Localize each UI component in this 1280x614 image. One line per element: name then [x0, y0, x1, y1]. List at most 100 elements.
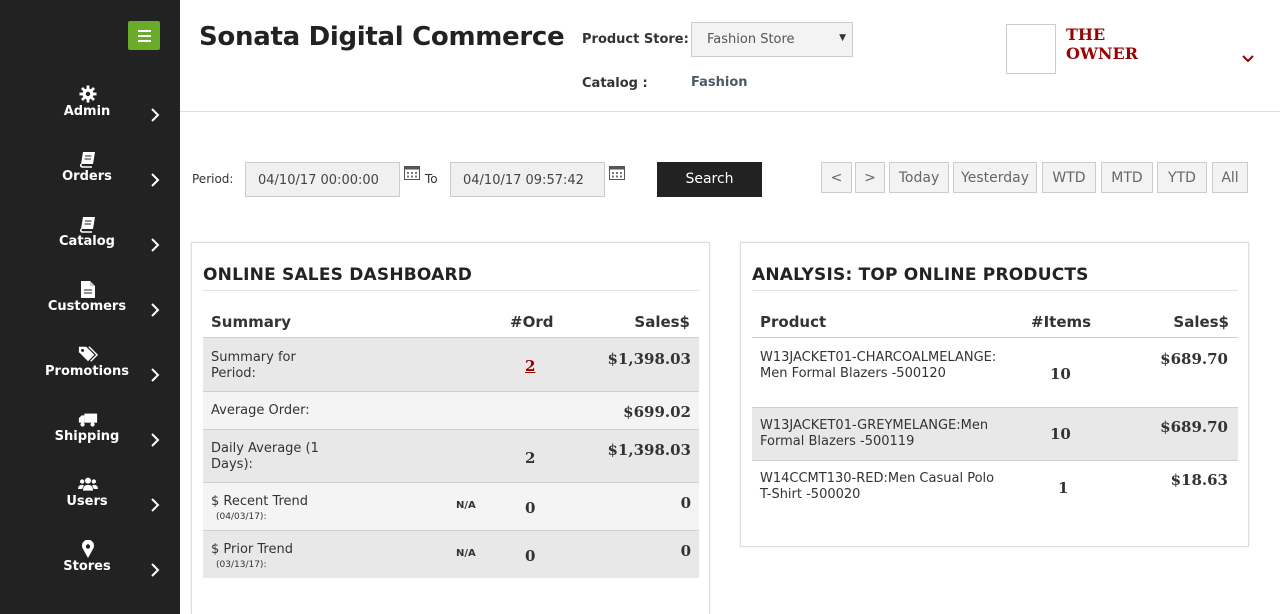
wtd-button[interactable]: WTD — [1042, 162, 1096, 193]
avatar[interactable] — [1006, 24, 1056, 74]
catalog-value: Fashion — [691, 75, 748, 90]
sidebar: Admin Orders Catalog Customers Promotion… — [0, 0, 180, 614]
sales-value: 0 — [680, 542, 691, 560]
period-from-input[interactable]: 04/10/17 00:00:00 — [245, 162, 400, 197]
sales-value: $1,398.03 — [607, 350, 691, 368]
sidebar-item-users[interactable]: Users — [0, 474, 180, 534]
orders-count-link[interactable]: 2 — [525, 357, 535, 375]
sidebar-item-shipping[interactable]: Shipping — [0, 409, 180, 469]
panel-divider — [203, 290, 699, 291]
map-marker-icon — [78, 539, 98, 559]
column-header-sales: Sales$ — [634, 313, 690, 331]
column-header-sales: Sales$ — [1173, 313, 1229, 331]
items-value: 1 — [1058, 479, 1069, 497]
product-name: W13JACKET01-CHARCOALMELANGE:Men Formal B… — [760, 350, 997, 381]
table-row: W13JACKET01-GREYMELANGE:Men Formal Blaze… — [752, 407, 1238, 460]
chevron-right-icon — [151, 433, 160, 447]
chevron-right-icon — [151, 498, 160, 512]
today-button[interactable]: Today — [889, 162, 949, 193]
product-store-value: Fashion Store — [707, 32, 795, 47]
document-icon — [78, 279, 98, 299]
orders-value: 0 — [525, 499, 536, 517]
table-row: Average Order: $699.02 — [203, 391, 699, 429]
product-name: W14CCMT130-RED:Men Casual Polo T-Shirt -… — [760, 471, 995, 502]
items-value: 10 — [1050, 365, 1071, 383]
row-sublabel: (04/03/17): — [216, 512, 267, 522]
column-header-orders: #Ord — [510, 313, 554, 331]
orders-value: 2 — [525, 449, 536, 467]
calendar-icon[interactable] — [609, 165, 625, 180]
sales-value: $699.02 — [623, 403, 691, 421]
user-name-line: THE — [1066, 25, 1106, 44]
items-value: 10 — [1050, 425, 1071, 443]
tags-icon — [78, 344, 98, 364]
product-store-label: Product Store: — [582, 32, 689, 47]
trend-na-value: N/A — [456, 500, 476, 511]
all-button[interactable]: All — [1212, 162, 1248, 193]
sidebar-item-orders[interactable]: Orders — [0, 149, 180, 209]
next-period-button[interactable]: > — [855, 162, 885, 193]
table-row: W13JACKET01-CHARCOALMELANGE:Men Formal B… — [752, 337, 1238, 407]
calendar-icon[interactable] — [404, 165, 420, 180]
sidebar-item-customers[interactable]: Customers — [0, 279, 180, 339]
sidebar-item-label: Admin — [63, 104, 111, 119]
row-sublabel: (03/13/17): — [216, 560, 267, 570]
sidebar-item-label: Promotions — [45, 364, 129, 379]
sidebar-item-catalog[interactable]: Catalog — [0, 214, 180, 274]
row-label: Average Order: — [211, 403, 310, 418]
panel-divider — [752, 290, 1238, 291]
sales-value: $689.70 — [1160, 418, 1228, 436]
row-label: Summary for Period: — [211, 350, 296, 381]
book-icon — [78, 149, 98, 169]
sidebar-item-label: Catalog — [59, 234, 115, 249]
to-label: To — [425, 172, 438, 186]
row-label: $ Recent Trend — [211, 494, 309, 509]
chevron-right-icon — [151, 108, 160, 122]
table-row: $ Recent Trend (04/03/17): N/A 0 0 — [203, 482, 699, 530]
panel-title: ONLINE SALES DASHBOARD — [203, 265, 473, 285]
yesterday-button[interactable]: Yesterday — [953, 162, 1037, 193]
column-header-summary: Summary — [211, 313, 292, 331]
online-sales-dashboard-panel: ONLINE SALES DASHBOARD Summary #Ord Sale… — [191, 242, 710, 614]
orders-value: 0 — [525, 547, 536, 565]
sidebar-item-label: Orders — [62, 169, 112, 184]
column-header-items: #Items — [1031, 313, 1092, 331]
sales-value: $689.70 — [1160, 350, 1228, 368]
page-header: Sonata Digital Commerce Product Store: F… — [180, 0, 1280, 112]
sidebar-item-admin[interactable]: Admin — [0, 84, 180, 144]
user-name[interactable]: THE OWNER — [1066, 25, 1176, 63]
top-online-products-panel: ANALYSIS: TOP ONLINE PRODUCTS Product #I… — [740, 242, 1249, 547]
sidebar-item-label: Shipping — [54, 429, 120, 444]
panel-title: ANALYSIS: TOP ONLINE PRODUCTS — [752, 265, 1089, 285]
sidebar-item-promotions[interactable]: Promotions — [0, 344, 180, 404]
mtd-button[interactable]: MTD — [1101, 162, 1153, 193]
trend-na-value: N/A — [456, 548, 476, 559]
product-store-select[interactable]: Fashion Store ▼ — [691, 22, 853, 57]
chevron-right-icon — [151, 563, 160, 577]
period-to-input[interactable]: 04/10/17 09:57:42 — [450, 162, 605, 197]
catalog-label: Catalog : — [582, 76, 648, 91]
app-title: Sonata Digital Commerce — [199, 22, 565, 52]
sidebar-item-label: Customers — [47, 299, 127, 314]
book-icon — [78, 214, 98, 234]
caret-down-icon: ▼ — [839, 33, 846, 43]
hamburger-menu-button[interactable] — [128, 21, 160, 50]
sidebar-item-stores[interactable]: Stores — [0, 539, 180, 599]
search-button[interactable]: Search — [657, 162, 762, 197]
chevron-right-icon — [151, 303, 160, 317]
sales-value: $18.63 — [1170, 471, 1228, 489]
row-label: $ Prior Trend — [211, 542, 293, 557]
previous-period-button[interactable]: < — [821, 162, 852, 193]
user-name-line: OWNER — [1066, 44, 1139, 63]
ytd-button[interactable]: YTD — [1157, 162, 1207, 193]
table-row: W14CCMT130-RED:Men Casual Polo T-Shirt -… — [752, 460, 1238, 513]
sales-value: $1,398.03 — [607, 441, 691, 459]
chevron-right-icon — [151, 238, 160, 252]
truck-icon — [78, 409, 98, 429]
chevron-down-icon[interactable] — [1242, 54, 1254, 64]
chevron-right-icon — [151, 368, 160, 382]
table-row: Daily Average (1 Days): 2 $1,398.03 — [203, 429, 699, 482]
sales-value: 0 — [680, 494, 691, 512]
period-label: Period: — [192, 172, 234, 186]
sidebar-item-label: Users — [66, 494, 108, 509]
